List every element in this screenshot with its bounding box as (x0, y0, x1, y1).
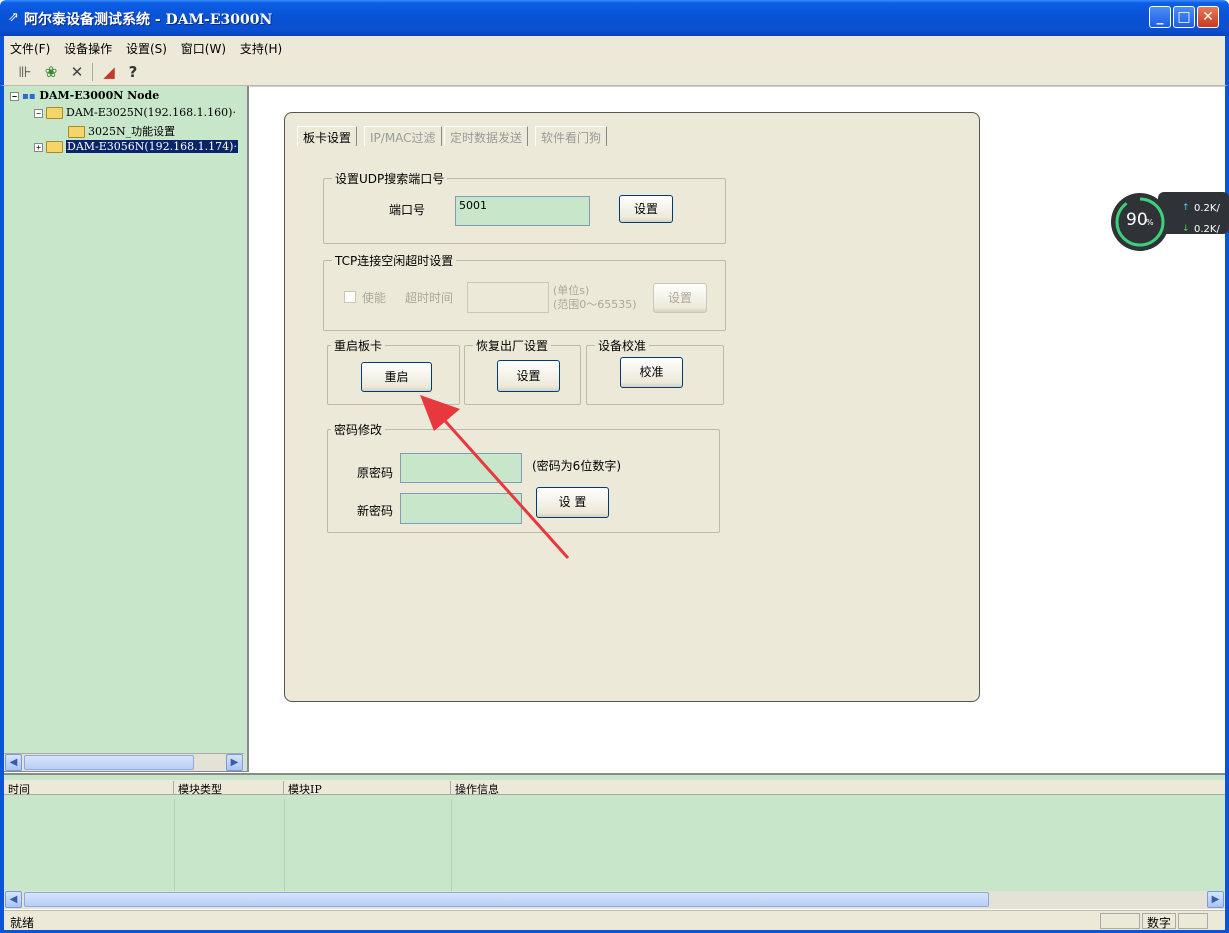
toolbar-separator (92, 63, 93, 81)
timeout-label: 超时时间 (405, 291, 454, 305)
enable-label: 使能 (362, 291, 387, 305)
menu-bar: 文件(F) 设备操作 设置(S) 窗口(W) 支持(H) (0, 36, 1229, 58)
tab-watchdog[interactable]: 软件看门狗 (535, 126, 608, 146)
log-horizontal-scrollbar[interactable]: ◀ ▶ (4, 891, 1225, 909)
tree-root[interactable]: − ▪▪ DAM-E3000N Node (10, 89, 159, 102)
window-title: 阿尔泰设备测试系统 - DAM-E3000N (24, 12, 273, 28)
toolbar: ⊪ ❀ ✕ ◢ ? (0, 58, 1229, 86)
password-legend: 密码修改 (331, 421, 386, 438)
tcp-set-button[interactable]: 设置 (653, 283, 707, 313)
collapse-icon[interactable]: − (10, 91, 19, 101)
col-time[interactable]: 时间 (4, 781, 174, 796)
enable-checkbox[interactable] (344, 291, 356, 303)
download-arrow-icon: ↓ (1182, 224, 1190, 234)
status-text: 就绪 (10, 916, 35, 930)
range-label: (范围0～65535) (553, 298, 637, 311)
factory-set-button[interactable]: 设置 (497, 360, 560, 392)
scroll-right-icon[interactable]: ▶ (1207, 891, 1224, 908)
status-pane-empty (1100, 913, 1140, 929)
tree-item-device1-label: DAM-E3025N(192.168.1.160)· (66, 106, 236, 119)
old-password-label: 原密码 (357, 466, 394, 480)
download-speed: 0.2K/ (1194, 224, 1220, 235)
tree-item-device2[interactable]: + DAM-E3056N(192.168.1.174)· (34, 140, 238, 153)
tree-item-function-label: 3025N_功能设置 (88, 125, 176, 138)
tab-board-settings[interactable]: 板卡设置 (297, 126, 358, 146)
scroll-thumb[interactable] (24, 755, 194, 770)
new-password-label: 新密码 (357, 504, 394, 518)
folder-icon (46, 107, 63, 119)
tcp-group-legend: TCP连接空闲超时设置 (332, 252, 457, 269)
close-button[interactable]: ✕ (1197, 6, 1219, 28)
log-grid-line (174, 799, 175, 891)
chart-icon[interactable]: ◢ (98, 62, 120, 82)
restart-button[interactable]: 重启 (361, 362, 432, 392)
log-header: 时间 模块类型 模块IP 操作信息 (4, 780, 1225, 796)
calib-legend: 设备校准 (595, 337, 650, 354)
log-grid-line (284, 799, 285, 891)
log-grid-line (451, 799, 452, 891)
menu-settings[interactable]: 设置(S) (120, 36, 171, 57)
tree-root-label: DAM-E3000N Node (39, 89, 160, 102)
gauge-percent: 90 (1126, 210, 1148, 230)
menu-file[interactable]: 文件(F) (4, 36, 54, 57)
title-bar: ⇗ 阿尔泰设备测试系统 - DAM-E3000N _ □ ✕ (0, 0, 1229, 36)
connect-icon[interactable]: ⊪ (14, 62, 36, 82)
paint-icon[interactable]: ❀ (40, 62, 62, 82)
upload-speed: 0.2K/ (1194, 203, 1220, 214)
scroll-left-icon[interactable]: ◀ (5, 754, 22, 771)
status-pane-empty (1178, 913, 1208, 929)
network-icon: ▪▪ (22, 91, 36, 102)
col-module-ip[interactable]: 模块IP (284, 781, 451, 796)
maximize-button[interactable]: □ (1173, 6, 1195, 28)
status-numlock: 数字 (1142, 913, 1176, 930)
tab-timed-send[interactable]: 定时数据发送 (444, 126, 529, 146)
app-icon: ⇗ (8, 10, 19, 25)
network-speed-widget: 90 % ↑ 0.2K/ ↓ 0.2K/ (1110, 190, 1229, 261)
menu-support[interactable]: 支持(H) (234, 36, 286, 57)
upload-arrow-icon: ↑ (1182, 203, 1190, 213)
restart-legend: 重启板卡 (331, 337, 386, 354)
scroll-thumb[interactable] (24, 892, 989, 907)
delete-icon[interactable]: ✕ (66, 62, 88, 82)
col-operation-info[interactable]: 操作信息 (451, 781, 1225, 796)
expand-icon[interactable]: + (34, 142, 43, 152)
scroll-left-icon[interactable]: ◀ (5, 891, 22, 908)
device-tree: − ▪▪ DAM-E3000N Node − DAM-E3025N(192.168.… (4, 86, 249, 772)
calibrate-button[interactable]: 校准 (620, 357, 683, 388)
udp-group-legend: 设置UDP搜索端口号 (332, 170, 448, 187)
port-input[interactable]: 5001 (455, 196, 590, 226)
factory-legend: 恢复出厂设置 (473, 337, 552, 354)
collapse-icon[interactable]: − (34, 108, 43, 118)
timeout-input[interactable] (467, 282, 549, 313)
annotation-arrow-icon (420, 395, 570, 560)
arrow-head (420, 395, 460, 431)
tab-ip-mac-filter[interactable]: IP/MAC过滤 (364, 126, 442, 146)
arrow-shaft (436, 411, 570, 560)
scroll-right-icon[interactable]: ▶ (226, 754, 243, 771)
port-label: 端口号 (389, 203, 426, 217)
gauge-unit: % (1146, 218, 1154, 227)
folder-icon (68, 126, 85, 138)
folder-icon (46, 141, 63, 153)
tree-item-function-settings[interactable]: 3025N_功能设置 (68, 123, 175, 139)
menu-window[interactable]: 窗口(W) (175, 36, 230, 57)
status-bar: 就绪 数字 (4, 910, 1225, 930)
menu-device-ops[interactable]: 设备操作 (58, 36, 116, 57)
udp-set-button[interactable]: 设置 (619, 195, 673, 223)
help-icon[interactable]: ? (122, 62, 144, 82)
tree-item-device2-label: DAM-E3056N(192.168.1.174)· (66, 140, 238, 153)
window-frame-right (1225, 36, 1229, 933)
minimize-button[interactable]: _ (1149, 6, 1171, 28)
col-module-type[interactable]: 模块类型 (174, 781, 284, 796)
tree-item-device1[interactable]: − DAM-E3025N(192.168.1.160)· (34, 106, 236, 119)
tree-horizontal-scrollbar[interactable]: ◀ ▶ (4, 753, 244, 771)
